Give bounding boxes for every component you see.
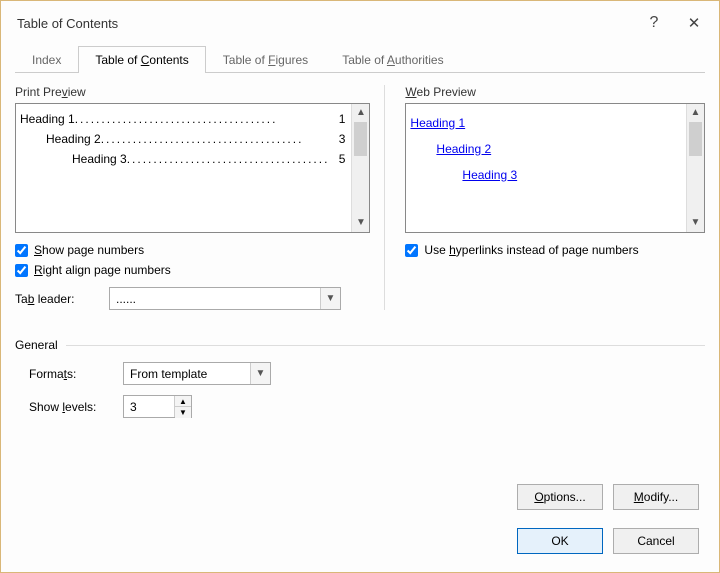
web-preview-link[interactable]: Heading 3 <box>410 166 680 184</box>
options-button[interactable]: Options... <box>517 484 603 510</box>
modify-button-label: Modify... <box>634 490 678 504</box>
web-h1-label: Heading 1 <box>410 116 465 130</box>
show-page-numbers-checkbox[interactable] <box>15 244 28 257</box>
tab-leader-value: ...... <box>116 292 136 306</box>
scroll-up-icon[interactable]: ▲ <box>687 104 704 122</box>
show-levels-label: Show levels: <box>29 400 113 414</box>
print-preview-box: Heading 1 ..............................… <box>15 103 370 233</box>
cancel-button-label: Cancel <box>637 534 674 548</box>
web-preview-scrollbar[interactable]: ▲ ▼ <box>686 104 704 232</box>
show-levels-spinner[interactable]: ▲ ▼ <box>123 395 192 418</box>
use-hyperlinks-label: Use hyperlinks instead of page numbers <box>424 243 638 257</box>
chevron-down-icon[interactable]: ▼ <box>250 363 270 384</box>
scroll-down-icon[interactable]: ▼ <box>352 214 369 232</box>
print-h1-label: Heading 1 <box>20 112 75 126</box>
general-label: General <box>15 338 58 352</box>
tab-index[interactable]: Index <box>15 46 78 73</box>
spin-down-icon[interactable]: ▼ <box>175 407 191 418</box>
titlebar-controls: ? ✕ <box>645 14 703 32</box>
spinner-buttons: ▲ ▼ <box>174 396 191 417</box>
use-hyperlinks-row: Use hyperlinks instead of page numbers <box>405 243 705 257</box>
web-preview-content: Heading 1 Heading 2 Heading 3 <box>406 104 686 232</box>
formats-value: From template <box>130 367 207 381</box>
chevron-down-icon[interactable]: ▼ <box>320 288 340 309</box>
tab-strip: Index Table of Contents Table of Figures… <box>15 45 705 73</box>
tab-index-label: Index <box>32 53 61 67</box>
dialog-title: Table of Contents <box>17 16 118 31</box>
tab-table-of-contents[interactable]: Table of Contents <box>78 46 205 73</box>
web-h2-label: Heading 2 <box>436 142 491 156</box>
scroll-track[interactable] <box>352 156 369 214</box>
help-button[interactable]: ? <box>645 14 663 32</box>
print-preview-scrollbar[interactable]: ▲ ▼ <box>351 104 369 232</box>
tab-table-of-figures[interactable]: Table of Figures <box>206 46 325 73</box>
right-align-checkbox[interactable] <box>15 264 28 277</box>
print-h2-page: 3 <box>329 132 345 146</box>
web-preview-label: Web Preview <box>405 85 705 99</box>
tab-toc-label: Table of Contents <box>95 53 188 67</box>
cancel-button[interactable]: Cancel <box>613 528 699 554</box>
print-preview-row: Heading 3 ..............................… <box>20 152 345 166</box>
ok-cancel-row: OK Cancel <box>517 528 699 554</box>
scroll-track[interactable] <box>687 156 704 214</box>
formats-row: Formats: From template ▼ <box>29 362 705 385</box>
toc-dialog: Table of Contents ? ✕ Index Table of Con… <box>0 0 720 573</box>
tab-table-of-authorities[interactable]: Table of Authorities <box>325 46 460 73</box>
web-h3-label: Heading 3 <box>462 168 517 182</box>
print-preview-label: Print Preview <box>15 85 370 99</box>
web-preview-column: Web Preview Heading 1 Heading 2 Heading … <box>405 85 705 310</box>
print-h3-label: Heading 3 <box>72 152 127 166</box>
tab-toa-label: Table of Authorities <box>342 53 443 67</box>
tab-tof-label: Table of Figures <box>223 53 308 67</box>
show-page-numbers-row: Show page numbers <box>15 243 370 257</box>
web-preview-link[interactable]: Heading 2 <box>410 140 680 158</box>
leader-dots: ...................................... <box>127 152 330 166</box>
scroll-up-icon[interactable]: ▲ <box>352 104 369 122</box>
tab-leader-row: Tab leader: ...... ▼ <box>15 287 370 310</box>
right-align-label: Right align page numbers <box>34 263 171 277</box>
ok-button[interactable]: OK <box>517 528 603 554</box>
web-preview-link[interactable]: Heading 1 <box>410 114 680 132</box>
tab-leader-combo[interactable]: ...... ▼ <box>109 287 341 310</box>
divider-line <box>66 345 705 346</box>
scroll-thumb[interactable] <box>689 122 702 156</box>
close-button[interactable]: ✕ <box>685 14 703 32</box>
show-page-numbers-label: Show page numbers <box>34 243 144 257</box>
dialog-body: Print Preview Heading 1 ................… <box>15 85 705 310</box>
print-h1-page: 1 <box>329 112 345 126</box>
show-levels-row: Show levels: ▲ ▼ <box>29 395 705 418</box>
right-align-row: Right align page numbers <box>15 263 370 277</box>
general-divider: General <box>15 338 705 352</box>
formats-combo[interactable]: From template ▼ <box>123 362 271 385</box>
print-preview-row: Heading 2 ..............................… <box>20 132 345 146</box>
scroll-thumb[interactable] <box>354 122 367 156</box>
options-button-label: Options... <box>534 490 585 504</box>
print-preview-row: Heading 1 ..............................… <box>20 112 345 126</box>
leader-dots: ...................................... <box>101 132 330 146</box>
leader-dots: ...................................... <box>75 112 330 126</box>
spin-up-icon[interactable]: ▲ <box>175 396 191 407</box>
formats-label: Formats: <box>29 367 113 381</box>
show-levels-input[interactable] <box>124 396 174 417</box>
print-preview-column: Print Preview Heading 1 ................… <box>15 85 385 310</box>
options-modify-row: Options... Modify... <box>517 484 699 510</box>
modify-button[interactable]: Modify... <box>613 484 699 510</box>
ok-button-label: OK <box>551 534 568 548</box>
titlebar: Table of Contents ? ✕ <box>15 15 705 41</box>
use-hyperlinks-checkbox[interactable] <box>405 244 418 257</box>
print-h2-label: Heading 2 <box>46 132 101 146</box>
web-preview-box: Heading 1 Heading 2 Heading 3 ▲ ▼ <box>405 103 705 233</box>
tab-leader-label: Tab leader: <box>15 292 99 306</box>
scroll-down-icon[interactable]: ▼ <box>687 214 704 232</box>
print-preview-content: Heading 1 ..............................… <box>16 104 351 232</box>
print-h3-page: 5 <box>329 152 345 166</box>
